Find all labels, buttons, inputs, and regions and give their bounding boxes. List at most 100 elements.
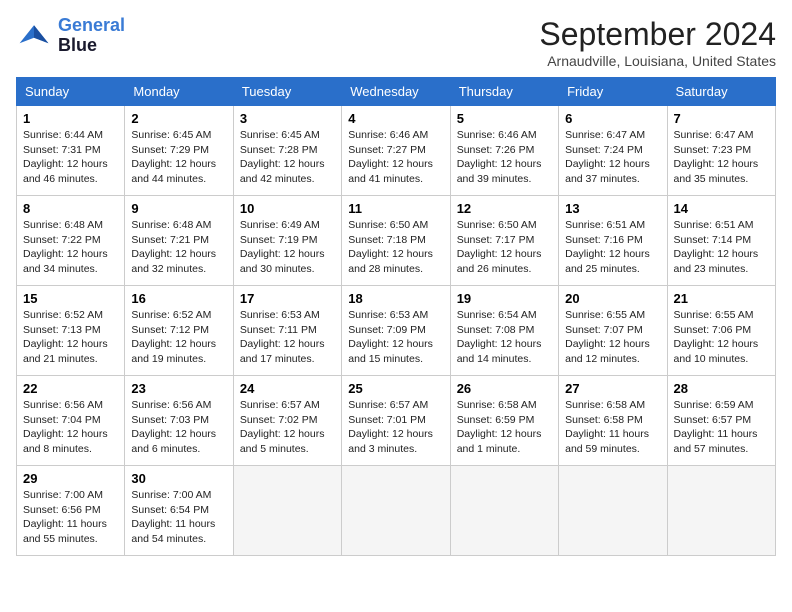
day-info: Sunrise: 6:57 AM Sunset: 7:02 PM Dayligh… [240, 398, 335, 457]
day-info: Sunrise: 6:54 AM Sunset: 7:08 PM Dayligh… [457, 308, 552, 367]
day-number: 22 [23, 381, 118, 396]
day-info: Sunrise: 6:56 AM Sunset: 7:04 PM Dayligh… [23, 398, 118, 457]
calendar-cell: 15Sunrise: 6:52 AM Sunset: 7:13 PM Dayli… [17, 286, 125, 376]
day-info: Sunrise: 6:59 AM Sunset: 6:57 PM Dayligh… [674, 398, 769, 457]
day-number: 11 [348, 201, 443, 216]
calendar-cell: 16 Sunrise: 6:52 AM Sunset: 7:12 PM Dayli… [125, 286, 233, 376]
calendar-cell: 10 Sunrise: 6:49 AM Sunset: 7:19 PM Dayli… [233, 196, 341, 286]
day-info: Sunrise: 6:53 AM Sunset: 7:11 PM Dayligh… [240, 308, 335, 367]
day-number: 4 [348, 111, 443, 126]
calendar-cell: 26 Sunrise: 6:58 AM Sunset: 6:59 PM Dayli… [450, 376, 558, 466]
day-info: Sunrise: 6:50 AM Sunset: 7:18 PM Dayligh… [348, 218, 443, 277]
calendar-cell: 23Sunrise: 6:56 AM Sunset: 7:03 PM Dayli… [125, 376, 233, 466]
month-title: September 2024 [539, 16, 776, 53]
day-number: 12 [457, 201, 552, 216]
calendar-cell: 11 Sunrise: 6:50 AM Sunset: 7:18 PM Dayli… [342, 196, 450, 286]
day-number: 10 [240, 201, 335, 216]
calendar-cell: 25 Sunrise: 6:57 AM Sunset: 7:01 PM Dayli… [342, 376, 450, 466]
day-info: Sunrise: 6:58 AM Sunset: 6:59 PM Dayligh… [457, 398, 552, 457]
calendar-cell: 3 Sunrise: 6:45 AM Sunset: 7:28 PM Daylig… [233, 106, 341, 196]
calendar-cell [233, 466, 341, 556]
weekday-header-sunday: Sunday [17, 78, 125, 106]
day-number: 16 [131, 291, 226, 306]
calendar-cell: 21Sunrise: 6:55 AM Sunset: 7:06 PM Dayli… [667, 286, 775, 376]
day-info: Sunrise: 6:55 AM Sunset: 7:07 PM Dayligh… [565, 308, 660, 367]
day-info: Sunrise: 6:48 AM Sunset: 7:21 PM Dayligh… [131, 218, 226, 277]
day-info: Sunrise: 6:53 AM Sunset: 7:09 PM Dayligh… [348, 308, 443, 367]
weekday-header-saturday: Saturday [667, 78, 775, 106]
calendar-cell [667, 466, 775, 556]
day-info: Sunrise: 6:47 AM Sunset: 7:23 PM Dayligh… [674, 128, 769, 187]
calendar-cell [450, 466, 558, 556]
calendar-cell: 19 Sunrise: 6:54 AM Sunset: 7:08 PM Dayli… [450, 286, 558, 376]
logo-icon [16, 18, 52, 54]
calendar-cell: 18 Sunrise: 6:53 AM Sunset: 7:09 PM Dayli… [342, 286, 450, 376]
day-number: 20 [565, 291, 660, 306]
logo: General Blue [16, 16, 125, 56]
day-info: Sunrise: 6:45 AM Sunset: 7:29 PM Dayligh… [131, 128, 226, 187]
calendar-week-4: 22 Sunrise: 6:56 AM Sunset: 7:04 PM Dayli… [17, 376, 776, 466]
calendar-cell: 30 Sunrise: 7:00 AM Sunset: 6:54 PM Dayli… [125, 466, 233, 556]
day-number: 9 [131, 201, 226, 216]
day-info: Sunrise: 6:51 AM Sunset: 7:14 PM Dayligh… [674, 218, 769, 277]
day-number: 25 [348, 381, 443, 396]
calendar-table: SundayMondayTuesdayWednesdayThursdayFrid… [16, 77, 776, 556]
calendar-cell: 5 Sunrise: 6:46 AM Sunset: 7:26 PM Daylig… [450, 106, 558, 196]
day-number: 24 [240, 381, 335, 396]
day-info: Sunrise: 6:45 AM Sunset: 7:28 PM Dayligh… [240, 128, 335, 187]
day-info: Sunrise: 6:48 AM Sunset: 7:22 PM Dayligh… [23, 218, 118, 277]
day-number: 18 [348, 291, 443, 306]
calendar-cell: 29 Sunrise: 7:00 AM Sunset: 6:56 PM Dayli… [17, 466, 125, 556]
calendar-cell: 1 Sunrise: 6:44 AM Sunset: 7:31 PM Daylig… [17, 106, 125, 196]
day-info: Sunrise: 7:00 AM Sunset: 6:54 PM Dayligh… [131, 488, 226, 547]
day-number: 5 [457, 111, 552, 126]
calendar-cell: 4 Sunrise: 6:46 AM Sunset: 7:27 PM Daylig… [342, 106, 450, 196]
day-number: 1 [23, 111, 118, 126]
day-info: Sunrise: 7:00 AM Sunset: 6:56 PM Dayligh… [23, 488, 118, 547]
day-number: 2 [131, 111, 226, 126]
day-info: Sunrise: 6:51 AM Sunset: 7:16 PM Dayligh… [565, 218, 660, 277]
logo-text: General Blue [58, 16, 125, 56]
day-number: 3 [240, 111, 335, 126]
day-number: 27 [565, 381, 660, 396]
day-number: 30 [131, 471, 226, 486]
weekday-header-thursday: Thursday [450, 78, 558, 106]
calendar-cell: 6Sunrise: 6:47 AM Sunset: 7:24 PM Daylig… [559, 106, 667, 196]
calendar-cell [342, 466, 450, 556]
day-info: Sunrise: 6:52 AM Sunset: 7:12 PM Dayligh… [131, 308, 226, 367]
calendar-cell: 24 Sunrise: 6:57 AM Sunset: 7:02 PM Dayli… [233, 376, 341, 466]
weekday-header-friday: Friday [559, 78, 667, 106]
day-number: 29 [23, 471, 118, 486]
calendar-cell: 12Sunrise: 6:50 AM Sunset: 7:17 PM Dayli… [450, 196, 558, 286]
calendar-week-5: 29 Sunrise: 7:00 AM Sunset: 6:56 PM Dayli… [17, 466, 776, 556]
calendar-cell: 22 Sunrise: 6:56 AM Sunset: 7:04 PM Dayli… [17, 376, 125, 466]
calendar-cell: 28Sunrise: 6:59 AM Sunset: 6:57 PM Dayli… [667, 376, 775, 466]
calendar-cell: 9 Sunrise: 6:48 AM Sunset: 7:21 PM Daylig… [125, 196, 233, 286]
calendar-cell: 8Sunrise: 6:48 AM Sunset: 7:22 PM Daylig… [17, 196, 125, 286]
title-area: September 2024 Arnaudville, Louisiana, U… [539, 16, 776, 69]
day-info: Sunrise: 6:49 AM Sunset: 7:19 PM Dayligh… [240, 218, 335, 277]
day-info: Sunrise: 6:57 AM Sunset: 7:01 PM Dayligh… [348, 398, 443, 457]
calendar-cell: 2 Sunrise: 6:45 AM Sunset: 7:29 PM Daylig… [125, 106, 233, 196]
day-number: 17 [240, 291, 335, 306]
calendar-cell: 17 Sunrise: 6:53 AM Sunset: 7:11 PM Dayli… [233, 286, 341, 376]
calendar-cell: 14Sunrise: 6:51 AM Sunset: 7:14 PM Dayli… [667, 196, 775, 286]
day-info: Sunrise: 6:44 AM Sunset: 7:31 PM Dayligh… [23, 128, 118, 187]
weekday-header-tuesday: Tuesday [233, 78, 341, 106]
calendar-cell: 7 Sunrise: 6:47 AM Sunset: 7:23 PM Daylig… [667, 106, 775, 196]
day-info: Sunrise: 6:46 AM Sunset: 7:27 PM Dayligh… [348, 128, 443, 187]
day-number: 26 [457, 381, 552, 396]
calendar-week-2: 8Sunrise: 6:48 AM Sunset: 7:22 PM Daylig… [17, 196, 776, 286]
day-info: Sunrise: 6:58 AM Sunset: 6:58 PM Dayligh… [565, 398, 660, 457]
page-header: General Blue September 2024 Arnaudville,… [16, 16, 776, 69]
day-info: Sunrise: 6:46 AM Sunset: 7:26 PM Dayligh… [457, 128, 552, 187]
calendar-week-1: 1 Sunrise: 6:44 AM Sunset: 7:31 PM Daylig… [17, 106, 776, 196]
calendar-cell: 13Sunrise: 6:51 AM Sunset: 7:16 PM Dayli… [559, 196, 667, 286]
day-number: 7 [674, 111, 769, 126]
day-number: 15 [23, 291, 118, 306]
day-number: 23 [131, 381, 226, 396]
weekday-header-monday: Monday [125, 78, 233, 106]
weekday-header-wednesday: Wednesday [342, 78, 450, 106]
calendar-header: SundayMondayTuesdayWednesdayThursdayFrid… [17, 78, 776, 106]
day-number: 19 [457, 291, 552, 306]
